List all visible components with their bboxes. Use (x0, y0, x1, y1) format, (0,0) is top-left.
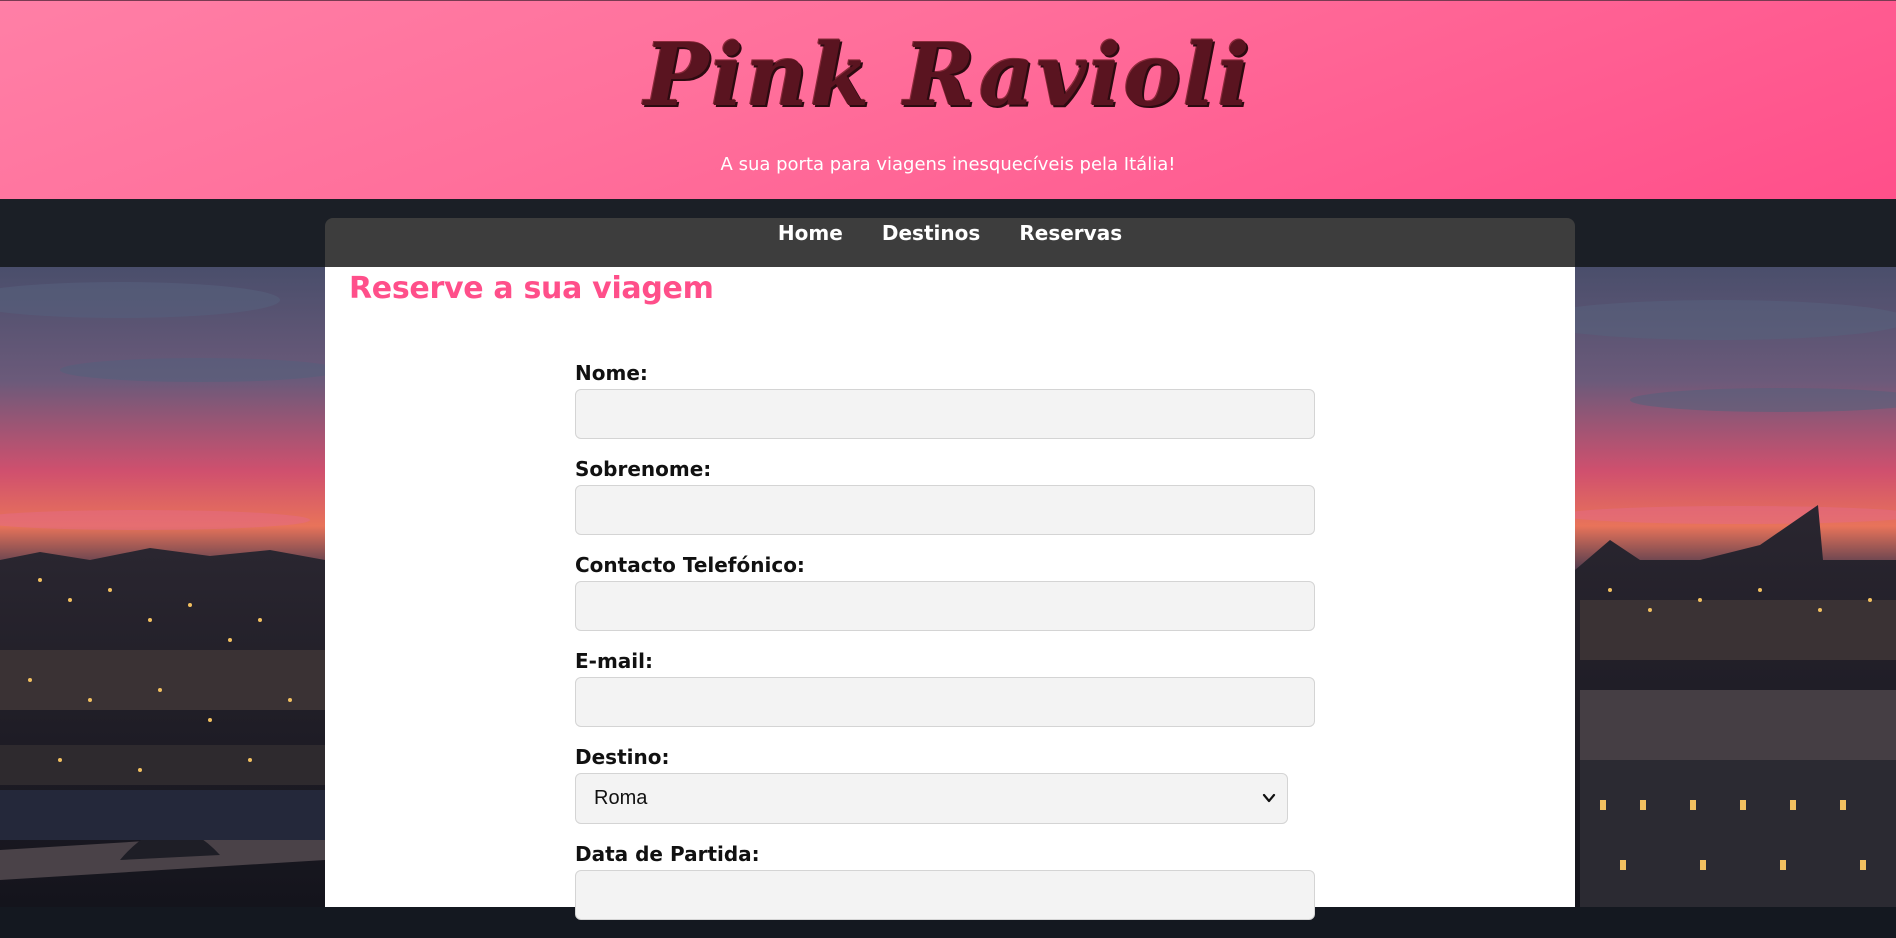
nav-link-reservas[interactable]: Reservas (1019, 218, 1122, 248)
destination-group: Destino: Roma (575, 745, 1315, 824)
phone-group: Contacto Telefónico: (575, 553, 1315, 631)
last-name-label: Sobrenome: (575, 457, 712, 481)
email-input[interactable] (575, 677, 1315, 727)
destination-selected-value: Roma (594, 787, 648, 809)
brand-logo[interactable]: Pink Ravioli (0, 21, 1896, 131)
site-header: Pink Ravioli A sua porta para viagens in… (0, 0, 1896, 199)
chevron-down-icon (1261, 774, 1277, 823)
phone-label: Contacto Telefónico: (575, 553, 805, 577)
email-group: E-mail: (575, 649, 1315, 727)
departure-date-group: Data de Partida: (575, 842, 1315, 920)
phone-input[interactable] (575, 581, 1315, 631)
departure-date-input[interactable] (575, 870, 1315, 920)
email-label: E-mail: (575, 649, 654, 673)
departure-date-label: Data de Partida: (575, 842, 760, 866)
main-nav: Home Destinos Reservas (325, 218, 1575, 267)
booking-form: Nome: Sobrenome: Contacto Telefónico: E-… (575, 361, 1315, 938)
nav-link-home[interactable]: Home (778, 218, 843, 248)
destination-select[interactable]: Roma (575, 773, 1288, 824)
first-name-group: Nome: (575, 361, 1315, 439)
last-name-input[interactable] (575, 485, 1315, 535)
first-name-input[interactable] (575, 389, 1315, 439)
tagline: A sua porta para viagens inesquecíveis p… (720, 154, 1176, 175)
page-title: Reserve a sua viagem (349, 271, 714, 306)
main-content: Reserve a sua viagem Nome: Sobrenome: Co… (325, 267, 1575, 920)
destination-label: Destino: (575, 745, 670, 769)
nav-link-destinos[interactable]: Destinos (882, 218, 980, 248)
first-name-label: Nome: (575, 361, 648, 385)
last-name-group: Sobrenome: (575, 457, 1315, 535)
